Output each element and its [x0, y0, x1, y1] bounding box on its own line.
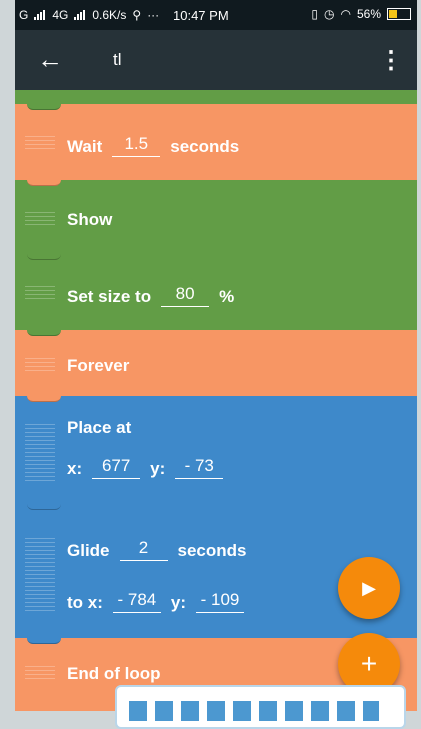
wait-seconds-input[interactable]: 1.5	[112, 134, 161, 157]
drag-handle-icon[interactable]	[25, 358, 55, 372]
place-x-label: x:	[67, 459, 83, 478]
place-y-input[interactable]: - 73	[175, 456, 224, 479]
drag-handle-icon[interactable]	[25, 424, 55, 484]
page-title: tl	[113, 50, 122, 69]
forever-label: Forever	[67, 356, 130, 375]
network-speed: 0.6K/s	[92, 8, 127, 22]
place-x-input[interactable]: 677	[92, 456, 141, 479]
end-of-loop-label: End of loop	[67, 664, 161, 683]
forever-block[interactable]: Forever	[15, 330, 417, 402]
battery-percent: 56%	[356, 7, 381, 21]
network-type-4g-label: 4G	[52, 8, 69, 22]
play-button[interactable]: ▶	[338, 557, 400, 619]
play-icon: ▶	[362, 578, 376, 598]
usb-icon: ⚲	[132, 8, 142, 22]
battery-icon	[387, 8, 411, 20]
size-percent-input[interactable]: 80	[161, 284, 210, 307]
set-size-block[interactable]: Set size to 80 %	[15, 254, 417, 336]
drag-handle-icon[interactable]	[25, 666, 55, 680]
block-notch	[27, 327, 61, 336]
drag-handle-icon[interactable]	[25, 136, 55, 150]
wait-block[interactable]: Wait 1.5 seconds	[15, 104, 417, 186]
alarm-icon: ◷	[324, 7, 335, 21]
glide-label: Glide	[67, 541, 110, 560]
glide-suffix: seconds	[177, 541, 247, 560]
block-notch	[27, 177, 61, 186]
block-notch	[27, 635, 61, 644]
block-notch	[27, 251, 61, 260]
back-arrow-icon[interactable]: ←	[37, 44, 63, 75]
more-notifications-icon: ···	[147, 8, 160, 22]
app-bar: ← tl ⋮	[15, 30, 417, 90]
place-at-label: Place at	[67, 418, 132, 437]
drag-handle-icon[interactable]	[25, 286, 55, 300]
wifi-icon: ◠	[340, 7, 351, 21]
overflow-menu-icon[interactable]: ⋮	[379, 46, 403, 75]
vibrate-icon: ▯	[311, 7, 318, 21]
script-block-list: Wait 1.5 seconds Show Set size to 80 % F…	[15, 90, 417, 711]
place-at-block[interactable]: Place at x: 677 y: - 73	[15, 396, 417, 510]
block-notch	[27, 501, 61, 510]
banner-artwork	[129, 701, 379, 721]
plus-icon: +	[360, 648, 378, 679]
overlay-banner	[115, 685, 406, 729]
set-size-suffix: %	[219, 287, 235, 306]
network-type-label: G	[19, 8, 29, 22]
drag-handle-icon[interactable]	[25, 212, 55, 226]
previous-block-edge	[15, 90, 417, 110]
app-screen: G 4G 0.6K/s ⚲ ··· 10:47 PM ▯ ◷ ◠ 56% ← t…	[15, 0, 417, 711]
block-notch	[27, 101, 61, 110]
block-notch	[27, 393, 61, 402]
glide-x-label: to x:	[67, 593, 103, 612]
glide-seconds-input[interactable]: 2	[119, 538, 168, 561]
glide-x-input[interactable]: - 784	[112, 590, 161, 613]
signal-icon	[34, 10, 46, 20]
wait-label: Wait	[67, 137, 103, 156]
set-size-label: Set size to	[67, 287, 152, 306]
show-block[interactable]: Show	[15, 180, 417, 260]
glide-y-label: y:	[170, 593, 187, 612]
clock: 10:47 PM	[173, 8, 229, 23]
show-label: Show	[67, 210, 113, 229]
status-bar: G 4G 0.6K/s ⚲ ··· 10:47 PM ▯ ◷ ◠ 56%	[15, 0, 417, 30]
drag-handle-icon[interactable]	[25, 538, 55, 612]
signal-icon-2	[74, 10, 86, 20]
wait-suffix: seconds	[170, 137, 240, 156]
place-y-label: y:	[150, 459, 166, 478]
glide-y-input[interactable]: - 109	[196, 590, 245, 613]
